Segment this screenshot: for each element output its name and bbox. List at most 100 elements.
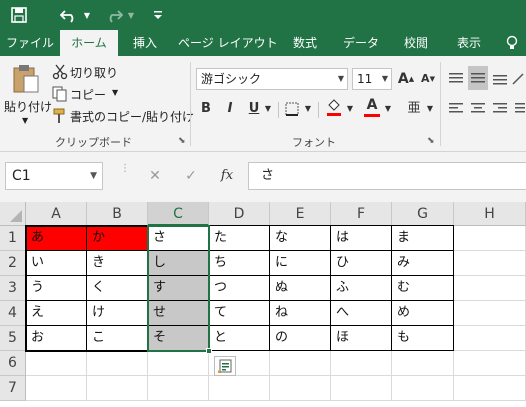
cell-a5[interactable]: お [26,326,87,351]
formula-bar-grip[interactable]: ⋮ [120,164,130,186]
cell-g5[interactable]: も [392,326,454,351]
tab-file[interactable]: ファイル [0,30,60,56]
indent-button[interactable] [510,98,526,120]
save-button[interactable] [8,4,30,26]
cell-e1[interactable]: な [270,226,331,251]
underline-button[interactable]: U [244,98,264,120]
row-header-4[interactable]: 4 [0,301,26,326]
tab-data[interactable]: データ [336,30,386,56]
underline-dropdown[interactable]: ▼ [262,98,274,120]
font-color-button[interactable]: A [362,96,382,118]
cell-h4[interactable] [454,301,526,326]
borders-button[interactable] [282,98,302,120]
cell-b4[interactable]: け [87,301,148,326]
cell-a2[interactable]: い [26,251,87,276]
column-header-b[interactable]: B [87,202,148,226]
cell-d4[interactable]: て [209,301,270,326]
cell-b7[interactable] [87,376,148,401]
cell-e3[interactable]: ぬ [270,276,331,301]
fill-color-dropdown[interactable]: ▼ [344,98,356,120]
fill-handle[interactable] [206,348,212,354]
phonetic-guide-button[interactable]: 亜 [404,98,424,120]
cell-c7[interactable] [148,376,209,401]
column-header-e[interactable]: E [270,202,331,226]
align-top-button[interactable] [446,68,466,90]
cell-d3[interactable]: つ [209,276,270,301]
column-header-c[interactable]: C [148,202,209,226]
undo-dropdown[interactable]: ▼ [82,4,92,26]
cell-h5[interactable] [454,326,526,351]
cell-f3[interactable]: ふ [331,276,392,301]
cancel-button[interactable]: ✕ [146,162,164,190]
quick-analysis-button[interactable] [214,356,236,376]
redo-button[interactable] [103,4,125,26]
tab-view[interactable]: 表示 [448,30,490,56]
column-header-h[interactable]: H [454,202,526,226]
cell-b5[interactable]: こ [87,326,148,351]
format-painter-button[interactable]: 書式のコピー/貼り付け [52,106,194,126]
font-color-dropdown[interactable]: ▼ [382,98,394,120]
row-header-3[interactable]: 3 [0,276,26,301]
column-header-a[interactable]: A [26,202,87,226]
cell-g3[interactable]: む [392,276,454,301]
cell-h6[interactable] [454,351,526,376]
select-all-button[interactable] [0,202,26,226]
redo-dropdown[interactable]: ▼ [126,4,136,26]
cut-button[interactable]: 切り取り [52,62,142,82]
cell-h1[interactable] [454,226,526,251]
customize-quick-access-button[interactable] [150,4,166,26]
bold-button[interactable]: B [196,98,216,120]
clipboard-dialog-launcher-icon[interactable]: ⬊ [178,136,186,146]
cell-f5[interactable]: ほ [331,326,392,351]
cell-b1[interactable]: か [87,226,148,251]
row-header-5[interactable]: 5 [0,326,26,351]
tab-page-layout[interactable]: ページ レイアウト [178,30,278,56]
column-header-f[interactable]: F [331,202,392,226]
cell-e2[interactable]: に [270,251,331,276]
align-center-button[interactable] [468,98,488,120]
font-dialog-launcher-icon[interactable]: ⬊ [427,136,435,146]
cell-f6[interactable] [331,351,392,376]
name-box[interactable]: C1 ▼ [5,162,103,190]
grow-font-button[interactable]: A▲ [396,68,416,90]
column-header-d[interactable]: D [209,202,270,226]
cell-e4[interactable]: ね [270,301,331,326]
cell-h3[interactable] [454,276,526,301]
cell-d2[interactable]: ち [209,251,270,276]
cell-a1[interactable]: あ [26,226,87,251]
cell-c6[interactable] [148,351,209,376]
cell-a7[interactable] [26,376,87,401]
cell-g2[interactable]: み [392,251,454,276]
italic-button[interactable]: I [220,98,240,120]
borders-dropdown[interactable]: ▼ [302,98,314,120]
paste-button[interactable]: 貼り付け ▼ [4,62,52,132]
row-header-1[interactable]: 1 [0,226,26,251]
cell-g7[interactable] [392,376,454,401]
tab-insert[interactable]: 挿入 [122,30,168,56]
cell-b6[interactable] [87,351,148,376]
cell-d7[interactable] [209,376,270,401]
cell-d5[interactable]: と [209,326,270,351]
cell-g6[interactable] [392,351,454,376]
cell-a3[interactable]: う [26,276,87,301]
orientation-button[interactable] [510,68,526,90]
cell-f4[interactable]: へ [331,301,392,326]
cell-f2[interactable]: ひ [331,251,392,276]
tab-review[interactable]: 校閲 [394,30,438,56]
cell-b3[interactable]: く [87,276,148,301]
formula-input[interactable]: さ [248,162,526,190]
cell-g4[interactable]: め [392,301,454,326]
cell-b2[interactable]: き [87,251,148,276]
copy-button[interactable]: コピー ▼ [52,84,142,104]
column-header-g[interactable]: G [392,202,454,226]
cell-f1[interactable]: は [331,226,392,251]
align-middle-button[interactable] [468,66,488,90]
phonetic-dropdown[interactable]: ▼ [424,98,436,120]
cell-a4[interactable]: え [26,301,87,326]
cell-h2[interactable] [454,251,526,276]
cell-h7[interactable] [454,376,526,401]
row-header-7[interactable]: 7 [0,376,26,401]
cell-g1[interactable]: ま [392,226,454,251]
enter-button[interactable]: ✓ [182,162,200,190]
cell-c3[interactable]: す [148,276,209,301]
